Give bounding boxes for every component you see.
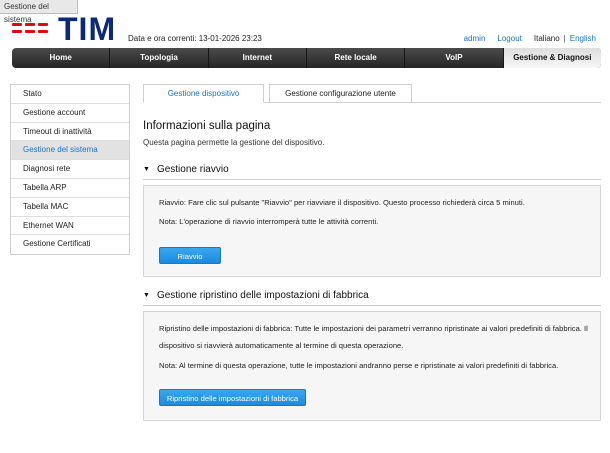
collapse-triangle-icon: ▼ [143,292,150,299]
nav-gestione-diagnosi[interactable]: Gestione & Diagnosi [503,48,601,68]
language-separator: | [563,34,566,43]
page-description: Questa pagina permette la gestione del d… [143,138,325,147]
factory-section-toggle[interactable]: ▼ Gestione ripristino delle impostazioni … [143,290,369,301]
main-navbar: Home Topologia Internet Rete locale VoIP… [12,48,601,68]
nav-rete-locale[interactable]: Rete locale [307,48,406,68]
sidebar-item-tabella-mac[interactable]: Tabella MAC [11,198,129,217]
reboot-note: Nota: L'operazione di riavvio interrompe… [159,217,379,226]
tim-logo: TIM [12,11,122,47]
content-tabs: Gestione dispositivo Gestione configuraz… [143,84,601,103]
sidebar-item-diagnosi-rete[interactable]: Diagnosi rete [11,160,129,179]
tim-logo-mark [12,23,56,41]
logout-link[interactable]: Logout [497,34,521,43]
sidebar-item-stato[interactable]: Stato [11,85,129,104]
factory-section-heading: Gestione ripristino delle impostazioni d… [156,290,369,301]
factory-reset-panel: Ripristino delle impostazioni di fabbric… [143,311,601,421]
reboot-section-heading: Gestione riavvio [156,164,229,175]
sidebar-menu: Stato Gestione account Timeout di inatti… [10,84,130,256]
section-divider [143,305,601,306]
nav-voip[interactable]: VoIP [405,48,504,68]
nav-internet[interactable]: Internet [209,48,307,68]
reboot-description: Riavvio: Fare clic sul pulsante "Riavvio… [159,198,525,207]
factory-reset-button[interactable]: Ripristino delle impostazioni di fabbric… [159,389,306,406]
language-current: Italiano [533,34,560,43]
collapse-triangle-icon: ▼ [143,166,150,173]
reboot-panel: Riavvio: Fare clic sul pulsante "Riavvio… [143,185,601,277]
reboot-section-toggle[interactable]: ▼ Gestione riavvio [143,164,229,175]
factory-description-line2: dispositivo si riavvierà automaticamente… [159,341,404,350]
section-divider [143,179,601,180]
header-links: admin Logout Italiano | English [464,34,596,43]
nav-topologia[interactable]: Topologia [110,48,209,68]
reboot-button[interactable]: Riavvio [159,247,221,264]
tim-logo-text: TIM [58,11,117,47]
sidebar-item-timeout[interactable]: Timeout di inattività [11,123,129,142]
nav-home[interactable]: Home [12,48,111,68]
tab-gestione-configurazione[interactable]: Gestione configurazione utente [269,84,412,103]
admin-link[interactable]: admin [464,34,486,43]
sidebar-item-ethernet-wan[interactable]: Ethernet WAN [11,217,129,236]
language-english-link[interactable]: English [570,34,596,43]
sidebar-item-tabella-arp[interactable]: Tabella ARP [11,179,129,198]
sidebar-item-gestione-sistema[interactable]: Gestione del sistema [11,141,129,161]
sidebar-item-certificati[interactable]: Gestione Certificati [11,235,129,254]
factory-note: Nota: Al termine di questa operazione, t… [159,361,559,370]
current-datetime: Data e ora correnti: 13-01-2026 23:23 [128,34,262,43]
tab-gestione-dispositivo[interactable]: Gestione dispositivo [143,84,264,103]
sidebar-item-gestione-account[interactable]: Gestione account [11,104,129,123]
page-title: Informazioni sulla pagina [143,120,271,132]
factory-description-line1: Ripristino delle impostazioni di fabbric… [159,324,588,333]
